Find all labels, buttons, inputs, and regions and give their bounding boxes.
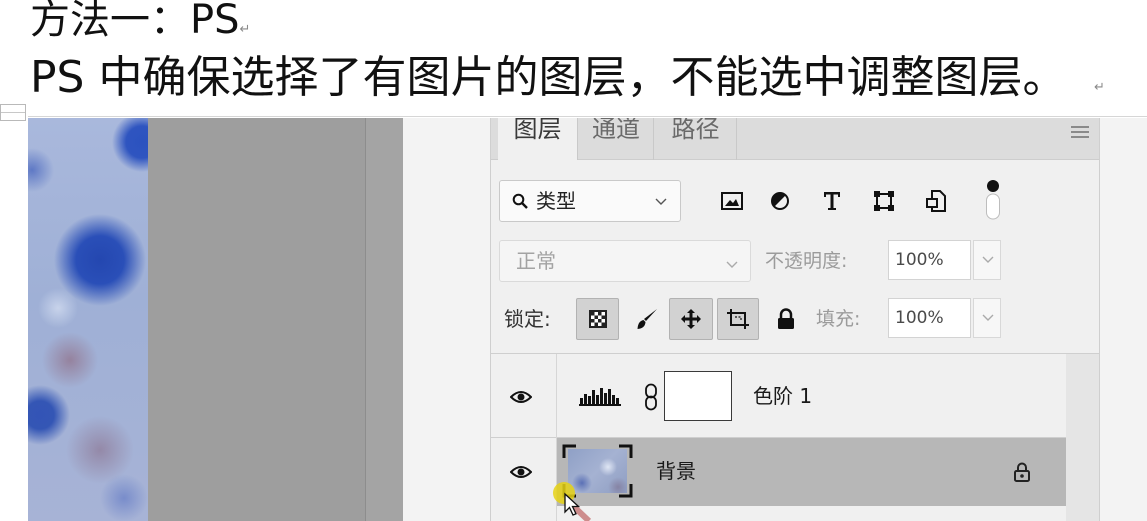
filter-toggle-icon[interactable]	[985, 179, 1001, 221]
lock-artboard-icon	[727, 309, 749, 329]
lock-position-icon	[681, 309, 701, 329]
lock-label: 锁定:	[504, 307, 551, 331]
fill-label: 填充:	[816, 308, 861, 330]
filter-value: 类型	[536, 189, 576, 213]
opacity-label: 不透明度:	[765, 250, 848, 272]
layer-row-levels[interactable]: 色阶 1	[491, 356, 1066, 438]
tab-label: 通道	[592, 118, 640, 143]
chevron-down-icon	[982, 314, 994, 321]
fill-input[interactable]: 100%	[888, 298, 971, 338]
lock-transparent-pixels-icon	[588, 310, 607, 328]
chevron-down-icon	[982, 256, 994, 263]
lock-transparent-pixels-button[interactable]	[576, 298, 619, 340]
document-instruction: PS 中确保选择了有图片的图层，不能选中调整图层。	[30, 52, 1067, 103]
panel-tabs: 图层 通道 路径	[491, 118, 1099, 160]
adjustment-layer-filter-icon[interactable]	[770, 191, 790, 211]
document-heading: 方法一：PS↵	[30, 0, 250, 54]
lock-all-icon[interactable]	[777, 308, 795, 329]
scrollbar-track[interactable]	[1066, 354, 1099, 521]
type-layer-filter-icon[interactable]	[823, 191, 841, 211]
lock-position-button[interactable]	[669, 298, 713, 340]
canvas-background	[148, 118, 365, 521]
table-move-handle[interactable]	[0, 104, 26, 121]
canvas-scroll-strip	[365, 118, 403, 521]
panel-menu-icon[interactable]	[1071, 126, 1089, 138]
fill-value: 100%	[895, 308, 944, 328]
chevron-down-icon	[655, 198, 667, 205]
image-texture	[28, 118, 148, 521]
opacity-value: 100%	[895, 250, 944, 270]
layer-mask-thumbnail[interactable]	[664, 371, 732, 421]
shape-layer-filter-icon[interactable]	[873, 190, 895, 212]
heading-text: 方法一：PS	[30, 0, 240, 43]
tab-label: 路径	[671, 118, 720, 143]
tab-layers[interactable]: 图层	[498, 118, 578, 160]
tab-paths[interactable]: 路径	[655, 118, 737, 160]
opacity-input[interactable]: 100%	[888, 240, 971, 280]
blend-mode-value: 正常	[516, 249, 556, 273]
layer-name: 色阶 1	[753, 384, 813, 408]
mouse-cursor-icon	[553, 482, 592, 521]
layer-name: 背景	[656, 459, 696, 483]
opacity-dropdown-button[interactable]	[973, 240, 1001, 280]
blend-mode-dropdown[interactable]: 正常	[499, 240, 751, 282]
pixel-layer-filter-icon[interactable]	[721, 192, 743, 210]
smart-object-filter-icon[interactable]	[926, 190, 946, 212]
eye-icon[interactable]	[510, 465, 532, 479]
paragraph-mark: ↵	[1094, 80, 1105, 95]
divider	[28, 116, 1147, 117]
chevron-down-icon	[726, 261, 738, 268]
eye-icon[interactable]	[510, 390, 532, 404]
link-icon[interactable]	[644, 383, 658, 411]
layer-filter-dropdown[interactable]: 类型	[499, 180, 681, 222]
layer-lock-icon	[1014, 462, 1030, 482]
lock-artboard-button[interactable]	[717, 298, 759, 340]
photoshop-screenshot: 图层 通道 路径 类型 正常 不透明度: 100% 锁定: 填充: 100% 色…	[28, 118, 1147, 521]
layers-panel: 图层 通道 路径 类型 正常 不透明度: 100% 锁定: 填充: 100% 色…	[490, 118, 1100, 521]
paragraph-mark: ↵	[239, 22, 251, 37]
selected-highlight	[557, 438, 1066, 506]
fill-dropdown-button[interactable]	[973, 298, 1001, 338]
tab-channels[interactable]: 通道	[579, 118, 654, 160]
lock-image-pixels-icon[interactable]	[636, 308, 658, 330]
search-icon	[512, 193, 528, 209]
tab-label: 图层	[513, 118, 562, 143]
levels-icon	[579, 388, 621, 406]
